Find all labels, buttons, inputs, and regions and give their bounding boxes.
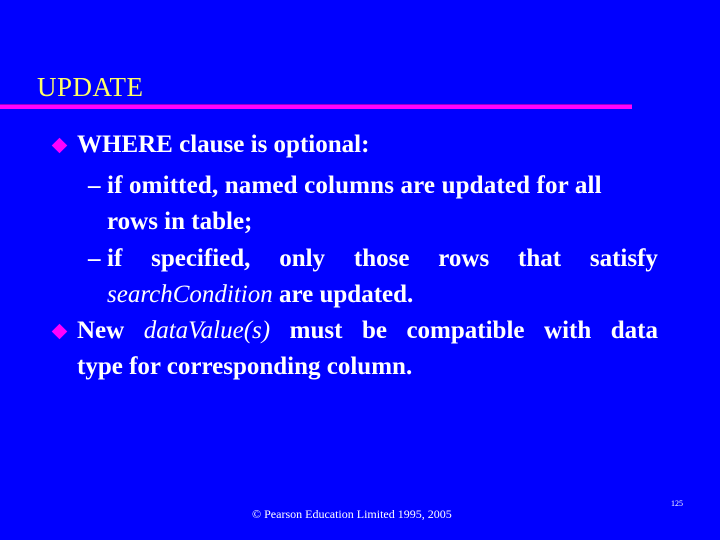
dash-bullet-icon: – bbox=[88, 172, 101, 199]
word: satisfy bbox=[589, 245, 658, 272]
bullet-text: New dataValue(s) must be compatible with… bbox=[77, 316, 658, 346]
word: be bbox=[361, 317, 387, 344]
dash-bullet-icon: – bbox=[88, 245, 101, 272]
text-fragment: are updated. bbox=[272, 281, 414, 308]
search-condition-term: searchCondition bbox=[107, 281, 273, 308]
word: rows bbox=[438, 245, 490, 272]
word: compatible bbox=[406, 317, 525, 344]
page-number: 125 bbox=[671, 499, 683, 508]
sub-bullet-text: if specified, only those rows that satis… bbox=[107, 244, 658, 274]
title-divider bbox=[0, 104, 632, 109]
sub-bullet-text: if omitted, named columns are updated fo… bbox=[107, 172, 602, 199]
word: must bbox=[289, 317, 343, 344]
bullet-text-continued: type for corresponding column. bbox=[77, 353, 413, 380]
sub-bullet-text-continued: searchCondition are updated. bbox=[107, 280, 413, 310]
data-value-term: dataValue(s) bbox=[143, 317, 271, 344]
word: if bbox=[107, 245, 123, 272]
diamond-bullet-icon bbox=[51, 323, 68, 340]
sub-bullet-text-continued: rows in table; bbox=[107, 208, 253, 235]
word: that bbox=[518, 245, 562, 272]
word: those bbox=[353, 245, 410, 272]
bullet-text: WHERE clause is optional: bbox=[77, 131, 370, 158]
slide-title: UPDATE bbox=[37, 72, 144, 102]
word: specified, bbox=[151, 245, 251, 272]
word: New bbox=[77, 317, 125, 344]
word: data bbox=[610, 317, 658, 344]
word: with bbox=[544, 317, 592, 344]
word: only bbox=[279, 245, 326, 272]
diamond-bullet-icon bbox=[51, 137, 68, 154]
copyright-footer: © Pearson Education Limited 1995, 2005 bbox=[252, 507, 452, 521]
